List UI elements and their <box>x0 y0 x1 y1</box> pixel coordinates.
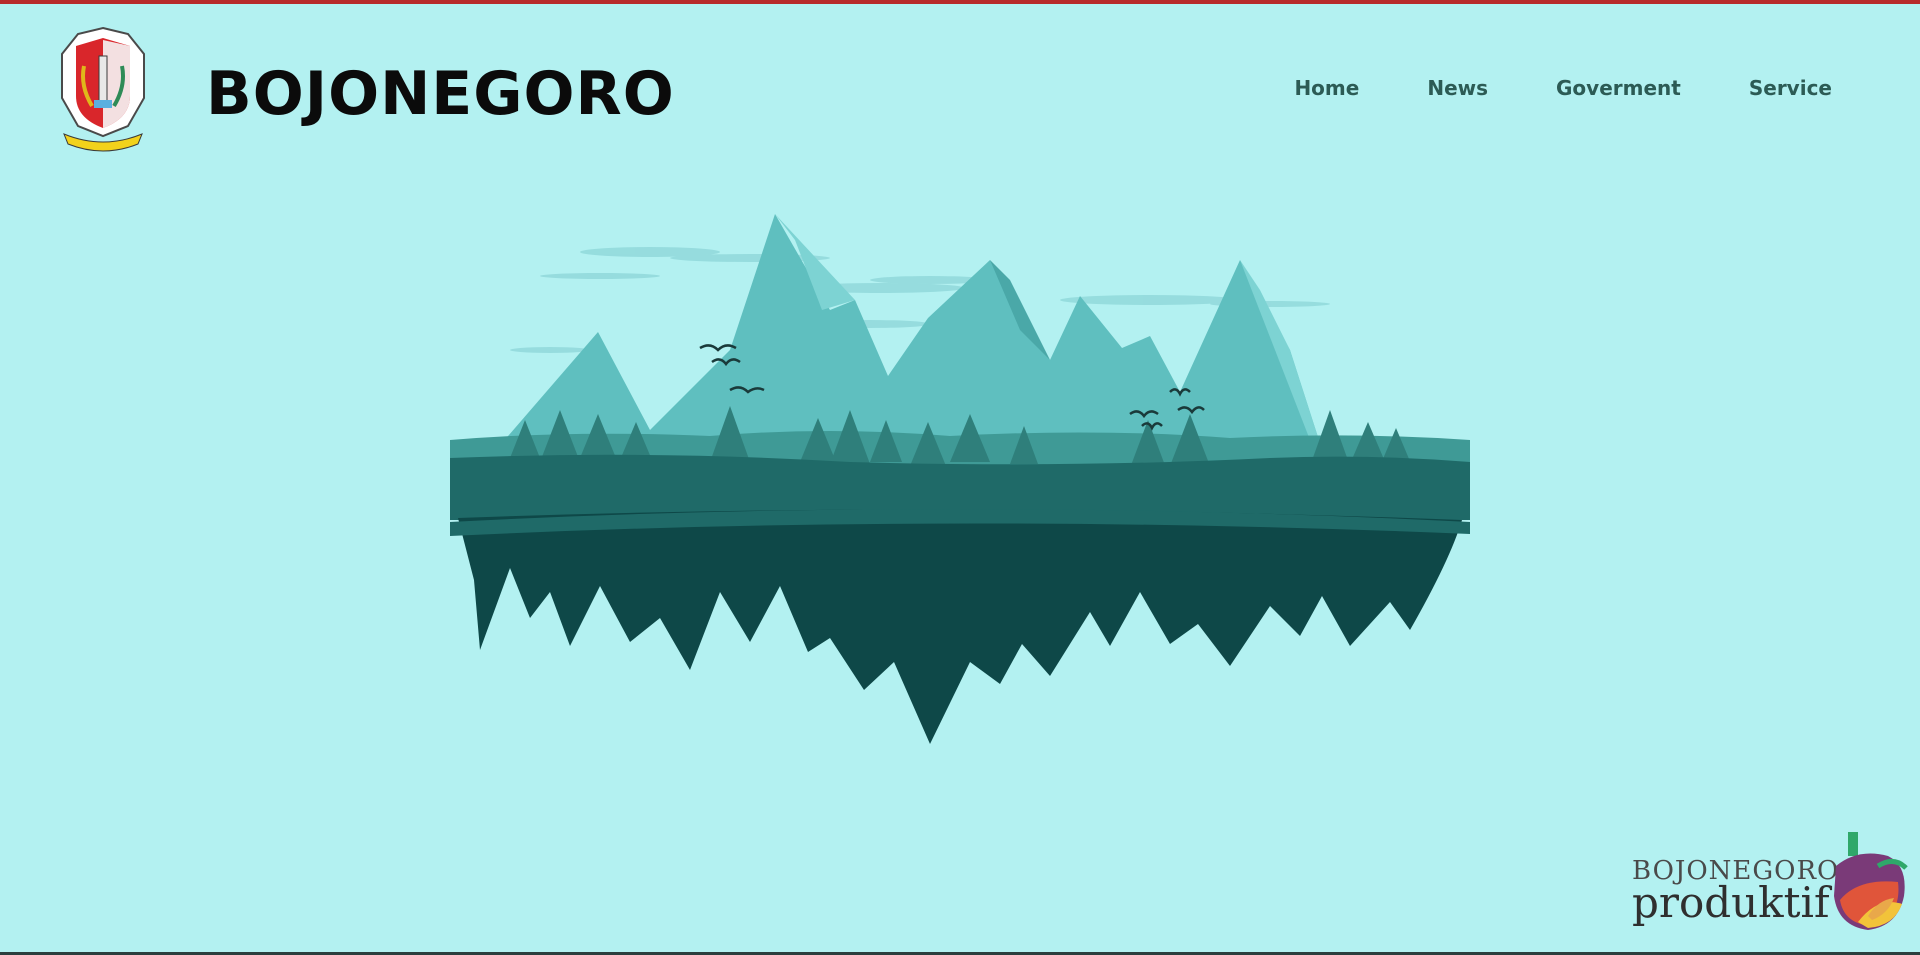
site-title[interactable]: BOJONEGORO <box>206 54 675 134</box>
main-nav: Home News Goverment Service <box>1226 76 1832 100</box>
nav-service[interactable]: Service <box>1749 76 1832 100</box>
brand-line-2: produktif <box>1632 878 1830 927</box>
floating-island-illustration <box>450 214 1470 744</box>
crest-icon[interactable] <box>58 26 148 156</box>
nav-government[interactable]: Goverment <box>1556 76 1681 100</box>
nav-news[interactable]: News <box>1427 76 1488 100</box>
produktif-emblem-icon <box>1834 832 1908 930</box>
site-header: BOJONEGORO Home News Goverment Service <box>0 4 1920 174</box>
nav-home[interactable]: Home <box>1294 76 1359 100</box>
island-rock <box>458 509 1462 744</box>
footer-brand[interactable]: BOJONEGORO produktif <box>1626 826 1916 936</box>
